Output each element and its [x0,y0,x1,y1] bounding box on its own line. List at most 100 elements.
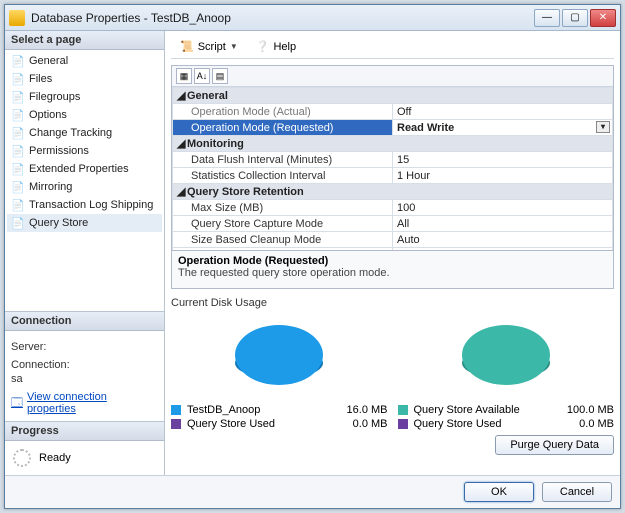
prop-name: Stale Query Threshold (Days) [173,248,393,251]
category-retention[interactable]: ◢Query Store Retention [173,184,613,200]
swatch-icon [171,419,181,429]
swatch-icon [398,419,408,429]
legend-value: 16.0 MB [330,404,388,416]
prop-row-stats-interval[interactable]: Statistics Collection Interval1 Hour [173,168,613,184]
prop-row-cleanup-mode[interactable]: Size Based Cleanup ModeAuto [173,232,613,248]
page-icon: 📄 [11,144,25,158]
swatch-icon [171,405,181,415]
collapse-icon[interactable]: ◢ [177,137,187,150]
progress-status: Ready [39,452,71,464]
description-text: The requested query store operation mode… [178,267,607,279]
page-icon: 📄 [11,180,25,194]
prop-value[interactable]: All [393,216,613,232]
prop-value[interactable]: 30 [393,248,613,251]
legend-row: Query Store Used0.0 MB [171,417,388,431]
pie-chart-database [219,313,339,403]
page-icon: 📄 [11,108,25,122]
legend-value: 0.0 MB [556,418,614,430]
properties-icon: 🗔 [11,394,23,413]
connection-header: Connection [5,312,164,331]
page-item-general[interactable]: 📄General [7,52,162,70]
page-icon: 📄 [11,162,25,176]
prop-name: Data Flush Interval (Minutes) [173,152,393,168]
disk-usage-section: Current Disk Usage TestDB_Anoop 16.0 MB Q… [171,297,614,455]
legend-label: Query Store Used [414,418,551,430]
maximize-button[interactable]: ▢ [562,9,588,27]
dropdown-button[interactable]: ▾ [596,121,610,133]
disk-usage-title: Current Disk Usage [171,297,614,309]
page-item-permissions[interactable]: 📄Permissions [7,142,162,160]
page-label: Change Tracking [29,127,112,139]
prop-value[interactable]: 100 [393,200,613,216]
sort-az-button[interactable]: A↓ [194,68,210,84]
properties-button[interactable]: ▤ [212,68,228,84]
script-button[interactable]: 📜Script▼ [173,37,245,56]
main-content: 📜Script▼ ❔Help ▦ A↓ ▤ ◢General Operation… [165,31,620,475]
page-item-options[interactable]: 📄 Options [7,106,162,124]
page-item-filegroups[interactable]: 📄Filegroups [7,88,162,106]
page-label: Mirroring [29,181,72,193]
collapse-icon[interactable]: ◢ [177,89,187,102]
legend-label: Query Store Used [187,418,324,430]
page-item-transaction-log-shipping[interactable]: 📄Transaction Log Shipping [7,196,162,214]
prop-row-stale-threshold[interactable]: Stale Query Threshold (Days)30 [173,248,613,251]
help-button[interactable]: ❔Help [249,37,303,56]
ok-button[interactable]: OK [464,482,534,502]
grid-toolbar: ▦ A↓ ▤ [172,66,613,87]
prop-value[interactable]: 15 [393,152,613,168]
prop-name: Max Size (MB) [173,200,393,216]
dialog-window: Database Properties - TestDB_Anoop — ▢ ✕… [4,4,621,509]
category-monitoring[interactable]: ◢Monitoring [173,136,613,152]
toolbar: 📜Script▼ ❔Help [171,35,614,59]
swatch-icon [398,405,408,415]
connection-value: sa [11,373,158,385]
page-icon: 📄 [11,126,25,140]
view-connection-properties-link[interactable]: 🗔 View connection properties [11,391,158,415]
prop-row-op-mode-requested[interactable]: Operation Mode (Requested)Read Write▾ [173,120,613,136]
prop-name: Operation Mode (Actual) [173,104,393,120]
titlebar[interactable]: Database Properties - TestDB_Anoop — ▢ ✕ [5,5,620,31]
select-page-header: Select a page [5,31,164,50]
page-label: Files [29,73,52,85]
progress-header: Progress [5,422,164,441]
prop-name: Query Store Capture Mode [173,216,393,232]
connection-label: Connection: [11,359,158,371]
property-description: Operation Mode (Requested) The requested… [171,251,614,289]
dialog-footer: OK Cancel [5,475,620,508]
page-label: General [29,55,68,67]
prop-row-flush-interval[interactable]: Data Flush Interval (Minutes)15 [173,152,613,168]
category-general[interactable]: ◢General [173,88,613,104]
page-item-mirroring[interactable]: 📄 Mirroring [7,178,162,196]
page-label: Options [29,109,67,121]
page-item-change-tracking[interactable]: 📄 Change Tracking [7,124,162,142]
purge-query-data-button[interactable]: Purge Query Data [495,435,614,455]
page-item-query-store[interactable]: 📄Query Store [7,214,162,232]
legend-row: Query Store Used 0.0 MB [398,417,615,431]
help-icon: ❔ [256,40,270,53]
minimize-button[interactable]: — [534,9,560,27]
window-title: Database Properties - TestDB_Anoop [31,11,534,25]
page-item-extended-properties[interactable]: 📄Extended Properties [7,160,162,178]
legend-row: Query Store Available100.0 MB [398,403,615,417]
sidebar: Select a page 📄General 📄Files 📄Filegroup… [5,31,165,475]
chevron-down-icon: ▼ [230,42,238,51]
prop-row-op-mode-actual[interactable]: Operation Mode (Actual)Off [173,104,613,120]
page-item-files[interactable]: 📄 Files [7,70,162,88]
categorized-button[interactable]: ▦ [176,68,192,84]
close-button[interactable]: ✕ [590,9,616,27]
prop-name: Size Based Cleanup Mode [173,232,393,248]
cancel-button[interactable]: Cancel [542,482,612,502]
prop-row-max-size[interactable]: Max Size (MB)100 [173,200,613,216]
legend-label: Query Store Available [414,404,551,416]
prop-value[interactable]: Auto [393,232,613,248]
prop-row-capture-mode[interactable]: Query Store Capture ModeAll [173,216,613,232]
prop-value[interactable]: Read Write▾ [393,120,613,136]
page-icon: 📄 [11,72,25,86]
legend-label: TestDB_Anoop [187,404,324,416]
collapse-icon[interactable]: ◢ [177,185,187,198]
server-label: Server: [11,341,158,353]
prop-value[interactable]: 1 Hour [393,168,613,184]
link-text: View connection properties [27,391,158,415]
page-icon: 📄 [11,90,25,104]
prop-name: Statistics Collection Interval [173,168,393,184]
